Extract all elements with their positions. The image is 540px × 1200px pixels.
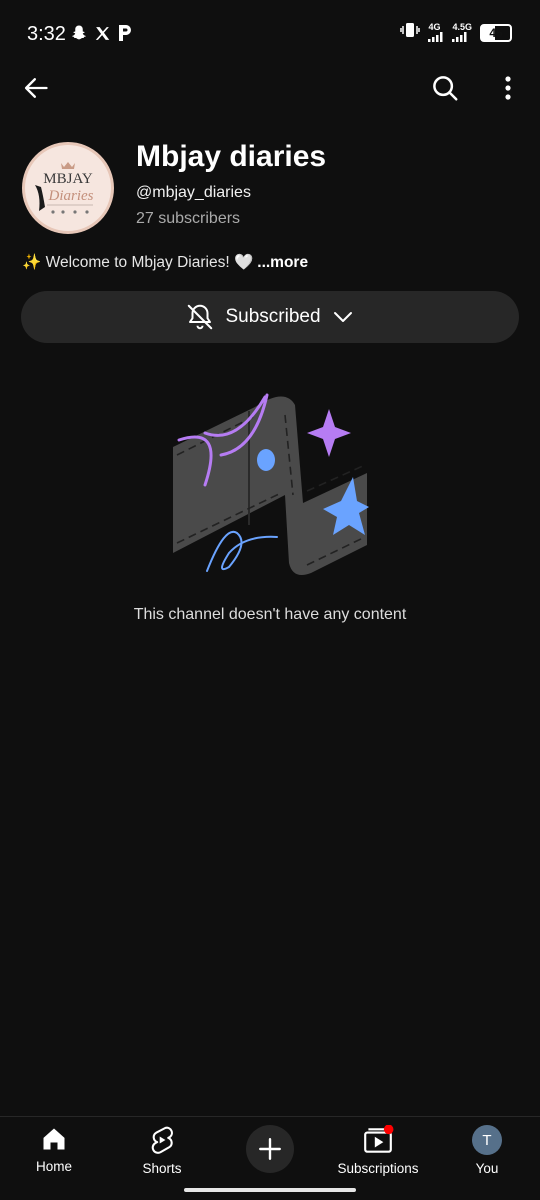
shorts-icon <box>151 1126 173 1154</box>
chevron-down-icon <box>333 312 352 322</box>
subscriber-count: 27 subscribers <box>136 210 241 227</box>
empty-state-illustration <box>165 385 375 580</box>
status-bar: 3:32 4G 4.5G 45 <box>0 0 540 64</box>
avatar-text-top: MBJAY <box>43 171 93 187</box>
more-vert-icon <box>505 76 511 100</box>
channel-handle: @mbjay_diaries <box>136 184 251 201</box>
status-left-icons <box>70 24 133 47</box>
back-arrow-icon <box>24 78 48 98</box>
home-icon <box>43 1128 65 1150</box>
plus-icon <box>259 1138 281 1160</box>
subscriptions-icon <box>364 1125 394 1153</box>
create-button[interactable] <box>246 1125 294 1173</box>
avatar: T <box>472 1125 502 1155</box>
search-icon <box>433 76 458 101</box>
signal-45g-icon: 4.5G <box>452 23 472 42</box>
channel-description[interactable]: ✨ Welcome to Mbjay Diaries! 🤍 ...more <box>22 253 308 272</box>
signal-4g-icon: 4G <box>428 23 444 42</box>
avatar-text-script: Diaries <box>48 188 94 204</box>
home-indicator[interactable] <box>184 1188 356 1192</box>
p-icon <box>117 24 133 47</box>
more-link[interactable]: ...more <box>257 254 308 271</box>
more-options-button[interactable] <box>486 66 530 110</box>
nav-home[interactable]: Home <box>26 1125 82 1174</box>
subscribed-label: Subscribed <box>225 306 321 327</box>
x-icon <box>94 25 111 47</box>
channel-logo: MBJAY Diaries <box>25 145 111 231</box>
search-button[interactable] <box>423 66 467 110</box>
battery-icon: 45 <box>480 23 512 42</box>
nav-you[interactable]: T You <box>460 1125 514 1176</box>
avatar-initial: T <box>482 1131 492 1149</box>
status-time: 3:32 <box>27 23 66 45</box>
back-button[interactable] <box>14 66 58 110</box>
nav-you-label: You <box>475 1161 499 1176</box>
top-app-bar <box>0 64 540 112</box>
bell-off-icon <box>188 304 213 330</box>
channel-avatar[interactable]: MBJAY Diaries <box>22 142 114 234</box>
nav-home-label: Home <box>35 1159 72 1174</box>
subscribed-button[interactable]: Subscribed <box>21 291 519 343</box>
description-text: ✨ Welcome to Mbjay Diaries! 🤍 <box>22 254 254 271</box>
status-right-icons: 4G 4.5G 45 <box>400 22 512 43</box>
snapchat-icon <box>70 24 88 47</box>
vibrate-icon <box>400 22 421 43</box>
nav-subscriptions-label: Subscriptions <box>337 1161 419 1176</box>
nav-shorts-label: Shorts <box>142 1161 182 1176</box>
nav-shorts[interactable]: Shorts <box>132 1125 192 1176</box>
empty-state-message: This channel doesn't have any content <box>133 606 407 623</box>
battery-level: 45 <box>489 25 503 40</box>
channel-name: Mbjay diaries <box>136 140 327 173</box>
nav-subscriptions[interactable]: Subscriptions <box>334 1125 422 1176</box>
